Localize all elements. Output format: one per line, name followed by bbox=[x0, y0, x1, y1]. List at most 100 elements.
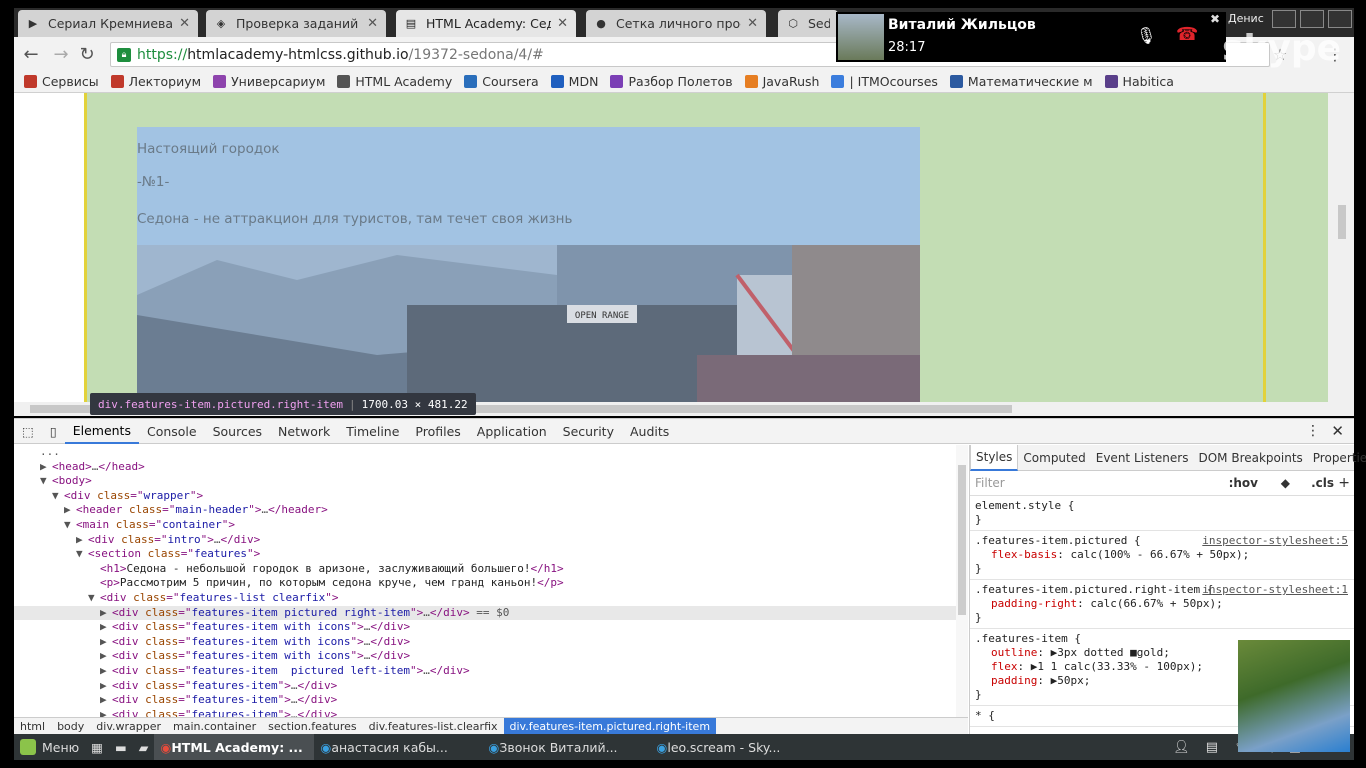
css-rule[interactable]: .features-item.pictured {inspector-style… bbox=[970, 531, 1354, 580]
dom-node-line[interactable]: ▶ <div class="features-item">…</div> bbox=[14, 679, 956, 694]
add-rule-icon[interactable]: + bbox=[1338, 475, 1350, 491]
breadcrumb-item[interactable]: div.features-item.pictured.right-item bbox=[503, 717, 717, 735]
dom-node-line[interactable]: ▶ <div class="features-item">…</div> bbox=[14, 708, 956, 717]
expand-arrow-icon[interactable]: ▶ bbox=[100, 664, 112, 679]
dom-node-line[interactable]: <h1>Седона - небольшой городок в аризоне… bbox=[14, 562, 956, 577]
breadcrumb-item[interactable]: section.features bbox=[262, 718, 363, 735]
hangup-icon[interactable]: ☎︎ bbox=[1176, 24, 1198, 45]
bookmark-item[interactable]: Универсариум bbox=[213, 74, 325, 89]
browser-tab[interactable]: ● Сетка личного проект ✕ bbox=[586, 10, 766, 37]
window-minimize-icon[interactable] bbox=[1272, 10, 1296, 28]
breadcrumb-item[interactable]: main.container bbox=[167, 718, 262, 735]
dom-node-line[interactable]: ▶ <div class="features-item pictured left… bbox=[14, 664, 956, 679]
rule-source-link[interactable]: inspector-stylesheet:1 bbox=[1202, 583, 1348, 597]
microphone-icon[interactable]: 🎙︎ bbox=[1136, 26, 1156, 45]
tab-close-icon[interactable]: ✕ bbox=[367, 16, 378, 31]
expand-arrow-icon[interactable]: ▶ bbox=[100, 606, 112, 621]
bookmark-item[interactable]: | ITMOcourses bbox=[831, 74, 938, 89]
devtools-close-icon[interactable]: ✕ bbox=[1331, 422, 1344, 440]
hov-toggle[interactable]: :hov bbox=[1229, 476, 1258, 490]
folder-icon[interactable]: ▰ bbox=[133, 734, 155, 760]
dom-node-line[interactable]: ▼ <section class="features"> bbox=[14, 547, 956, 562]
dom-node-line[interactable]: ▼ <body> bbox=[14, 474, 956, 489]
dom-node-line[interactable]: ▶ <header class="main-header">…</header> bbox=[14, 503, 956, 518]
window-restore-icon[interactable] bbox=[1300, 10, 1324, 28]
forward-icon[interactable]: → bbox=[50, 43, 72, 65]
bookmark-item[interactable]: Разбор Полетов bbox=[610, 74, 733, 89]
styles-subtab[interactable]: Computed bbox=[1018, 445, 1090, 471]
dom-node-line[interactable]: ▶ <div class="features-item with icons">…… bbox=[14, 620, 956, 635]
devtools-menu-icon[interactable]: ⋮ bbox=[1306, 423, 1320, 439]
inspect-icon[interactable]: ⬚ bbox=[14, 419, 42, 444]
bookmark-item[interactable]: Математические м bbox=[949, 74, 1093, 89]
filter-input[interactable]: Filter bbox=[975, 476, 1005, 490]
dom-node-line[interactable]: ▼ <div class="features-list clearfix"> bbox=[14, 591, 956, 606]
expand-arrow-icon[interactable]: ▶ bbox=[100, 708, 112, 717]
breadcrumb-item[interactable]: html bbox=[14, 718, 51, 735]
page-vertical-scrollbar[interactable] bbox=[1328, 93, 1354, 402]
browser-tab[interactable]: ◈ Проверка заданий — ✕ bbox=[206, 10, 386, 37]
devtools-tab-console[interactable]: Console bbox=[139, 419, 205, 444]
bookmark-item[interactable]: JavaRush bbox=[744, 74, 819, 89]
expand-arrow-icon[interactable]: ▶ bbox=[100, 679, 112, 694]
taskbar-window[interactable]: ◉ Звонок Виталий... bbox=[482, 734, 650, 760]
devtools-tab-profiles[interactable]: Profiles bbox=[407, 419, 468, 444]
dom-node-line[interactable]: ▼ <main class="container"> bbox=[14, 518, 956, 533]
tab-close-icon[interactable]: ✕ bbox=[179, 16, 190, 31]
dom-node-line[interactable]: ▶ <div class="features-item">…</div> bbox=[14, 693, 956, 708]
dom-node-line[interactable]: ▶ <div class="features-item pictured righ… bbox=[14, 605, 956, 621]
dom-node-line[interactable]: ▶ <div class="features-item with icons">…… bbox=[14, 635, 956, 650]
device-toggle-icon[interactable]: ▯ bbox=[42, 419, 65, 444]
bookmark-item[interactable]: Coursera bbox=[464, 74, 539, 89]
bookmark-item[interactable]: Сервисы bbox=[24, 74, 99, 89]
tab-close-icon[interactable]: ✕ bbox=[557, 16, 568, 31]
expand-arrow-icon[interactable]: ▼ bbox=[76, 547, 88, 562]
expand-arrow-icon[interactable]: ▶ bbox=[100, 693, 112, 708]
bookmark-item[interactable]: MDN bbox=[550, 74, 598, 89]
dom-node-line[interactable]: ▶ <div class="features-item with icons">…… bbox=[14, 649, 956, 664]
bookmark-item[interactable]: Habitica bbox=[1104, 74, 1174, 89]
taskbar-window[interactable]: ◉ анастасия кабы... bbox=[314, 734, 482, 760]
start-menu[interactable]: Меню bbox=[14, 734, 85, 760]
styles-subtab[interactable]: Event Listeners bbox=[1091, 445, 1194, 471]
css-rule[interactable]: element.style {} bbox=[970, 496, 1354, 531]
expand-arrow-icon[interactable]: ▶ bbox=[76, 533, 88, 548]
back-icon[interactable]: ← bbox=[20, 43, 42, 65]
taskbar-window[interactable]: ◉ HTML Academy: ... bbox=[154, 734, 315, 760]
styles-subtab[interactable]: DOM Breakpoints bbox=[1193, 445, 1307, 471]
styles-filter[interactable]: Filter :hov ◆ .cls + bbox=[970, 471, 1354, 496]
cls-toggle[interactable]: .cls bbox=[1311, 476, 1334, 490]
dom-node-line[interactable]: ▶ <div class="intro">…</div> bbox=[14, 533, 956, 548]
window-close-icon[interactable] bbox=[1328, 10, 1352, 28]
terminal-icon[interactable]: ▬ bbox=[109, 734, 133, 760]
breadcrumb-item[interactable]: div.wrapper bbox=[90, 718, 167, 735]
expand-arrow-icon[interactable]: ▶ bbox=[100, 649, 112, 664]
elements-scrollbar[interactable] bbox=[956, 445, 968, 717]
reload-icon[interactable]: ↻ bbox=[76, 43, 98, 65]
expand-arrow-icon[interactable]: ▼ bbox=[64, 518, 76, 533]
breadcrumb-item[interactable]: div.features-list.clearfix bbox=[363, 718, 504, 735]
taskbar-window[interactable]: ◉ leo.scream - Sky... bbox=[650, 734, 818, 760]
expand-arrow-icon[interactable]: ▼ bbox=[52, 489, 64, 504]
bookmark-item[interactable]: HTML Academy bbox=[337, 74, 452, 89]
page-scroll-thumb[interactable] bbox=[1338, 205, 1346, 239]
dom-node-line[interactable]: ... bbox=[14, 445, 956, 460]
expand-arrow-icon[interactable]: ▼ bbox=[88, 591, 100, 606]
expand-arrow-icon[interactable]: ▶ bbox=[64, 503, 76, 518]
devtools-tab-audits[interactable]: Audits bbox=[622, 419, 677, 444]
bookmark-item[interactable]: Лекториум bbox=[110, 74, 201, 89]
tab-close-icon[interactable]: ✕ bbox=[747, 16, 758, 31]
rule-source-link[interactable]: inspector-stylesheet:5 bbox=[1202, 534, 1348, 548]
devtools-tab-elements[interactable]: Elements bbox=[64, 419, 139, 444]
expand-arrow-icon[interactable]: ▼ bbox=[40, 474, 52, 489]
expand-arrow-icon[interactable]: ▶ bbox=[40, 460, 52, 475]
palette-icon[interactable]: ◆ bbox=[1281, 476, 1290, 490]
css-rule[interactable]: .features-item.pictured.right-item {insp… bbox=[970, 580, 1354, 629]
close-call-icon[interactable]: ✖︎ bbox=[1210, 12, 1220, 26]
elements-scroll-thumb[interactable] bbox=[958, 465, 966, 615]
elements-tree[interactable]: ... ▶ <head>…</head> ▼ <body> ▼ <div class="wr… bbox=[14, 445, 956, 717]
expand-arrow-icon[interactable]: ▶ bbox=[100, 620, 112, 635]
styles-subtab[interactable]: Styles bbox=[970, 444, 1019, 471]
css-declaration[interactable]: padding-right: calc(66.67% + 50px); bbox=[975, 597, 1349, 611]
dom-node-line[interactable]: ▶ <head>…</head> bbox=[14, 460, 956, 475]
